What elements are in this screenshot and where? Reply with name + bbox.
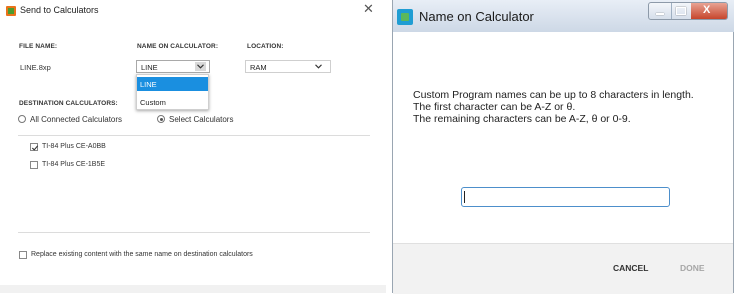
dialog-title: Name on Calculator — [419, 9, 534, 24]
calculator-checkbox-1b5e[interactable] — [30, 161, 38, 169]
close-icon[interactable]: ✕ — [363, 1, 374, 17]
calculator-label-a0bb: TI-84 Plus CE-A0BB — [42, 143, 106, 150]
minimize-icon[interactable] — [649, 3, 672, 19]
app-icon — [397, 9, 413, 25]
instructions-text: Custom Program names can be up to 8 char… — [413, 89, 694, 125]
instruction-line: The first character can be A-Z or θ. — [413, 101, 576, 113]
window-controls: X — [648, 2, 728, 20]
file-name-header: FILE NAME: — [19, 43, 58, 50]
instruction-line: Custom Program names can be up to 8 char… — [413, 89, 694, 101]
location-select[interactable]: RAM — [245, 60, 331, 73]
all-connected-label: All Connected Calculators — [30, 115, 123, 124]
calculator-checkbox-a0bb[interactable] — [30, 143, 39, 151]
dropdown-option-custom[interactable]: Custom — [137, 95, 208, 109]
all-connected-radio[interactable] — [18, 115, 26, 123]
replace-existing-label: Replace existing content with the same n… — [31, 251, 253, 258]
file-name-value: LINE.8xp — [20, 63, 51, 72]
app-icon — [6, 6, 16, 16]
calculator-label-1b5e: TI-84 Plus CE-1B5E — [42, 161, 106, 168]
dropdown-option-line[interactable]: LINE — [137, 77, 208, 91]
instruction-line: The remaining characters can be A-Z, θ o… — [413, 113, 631, 125]
location-header: LOCATION: — [247, 43, 284, 50]
title-bar: Send to Calculators ✕ — [0, 0, 386, 24]
replace-existing-checkbox[interactable] — [19, 251, 27, 259]
divider — [18, 135, 370, 136]
done-button[interactable]: DONE — [680, 263, 705, 273]
name-on-calculator-select[interactable]: LINE — [136, 60, 210, 73]
name-select-value: LINE — [141, 63, 158, 72]
title-bar: Name on Calculator X — [393, 0, 734, 32]
location-select-value: RAM — [250, 63, 267, 72]
text-caret — [464, 191, 465, 203]
chevron-down-icon — [313, 62, 324, 71]
footer — [0, 285, 386, 293]
name-on-calculator-dialog: Name on Calculator X Custom Program name… — [392, 0, 734, 294]
name-dropdown-list: LINE Custom — [136, 74, 209, 110]
chevron-down-icon — [195, 62, 206, 71]
custom-name-input[interactable] — [461, 187, 670, 207]
maximize-icon[interactable] — [671, 3, 692, 19]
select-calculators-radio[interactable] — [157, 115, 165, 123]
dialog-title: Send to Calculators — [20, 5, 99, 15]
destination-calculators-header: DESTINATION CALCULATORS: — [19, 100, 118, 107]
send-to-calculators-dialog: Send to Calculators ✕ FILE NAME: NAME ON… — [0, 0, 386, 293]
divider — [18, 232, 370, 233]
select-calculators-label: Select Calculators — [169, 115, 234, 124]
cancel-button[interactable]: CANCEL — [613, 263, 648, 273]
close-icon[interactable]: X — [691, 3, 727, 19]
name-on-calculator-header: NAME ON CALCULATOR: — [137, 43, 219, 50]
